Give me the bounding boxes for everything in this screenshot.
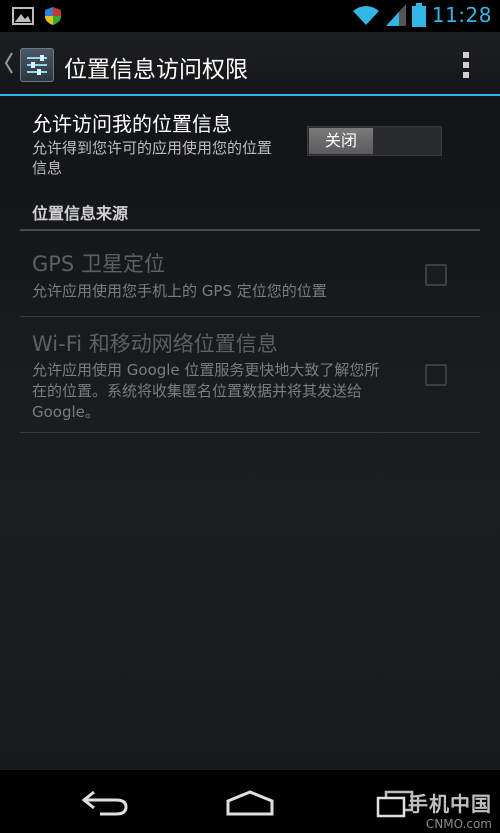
watermark: 手机中国 CNMO.com (408, 788, 492, 831)
status-bar: 11:28 (0, 0, 500, 32)
pref-wifi-title: Wi-Fi 和移动网络位置信息 (32, 332, 278, 356)
category-divider (20, 229, 480, 231)
back-icon[interactable] (80, 788, 130, 818)
list-divider (20, 316, 480, 317)
gps-checkbox[interactable] (425, 264, 447, 286)
shield-icon (45, 7, 61, 25)
switch-thumb-label: 关闭 (309, 128, 373, 154)
battery-icon (411, 3, 426, 27)
status-left-icons (12, 6, 62, 26)
watermark-logo: 手机中国 (408, 792, 492, 816)
status-right-icons: 11:28 (352, 3, 492, 27)
settings-sliders-icon[interactable] (20, 48, 54, 82)
watermark-sub: CNMO.com (425, 817, 492, 831)
page-title: 位置信息访问权限 (64, 57, 248, 83)
overflow-menu-icon[interactable] (462, 50, 470, 80)
settings-list: 允许访问我的位置信息 允许得到您许可的应用使用您的位置信息 关闭 位置信息来源 … (0, 96, 500, 770)
pref-wifi-summary: 允许应用使用 Google 位置服务更快地大致了解您所在的位置。系统将收集匿名位… (32, 361, 380, 421)
category-header: 位置信息来源 (32, 204, 129, 223)
wifi-location-checkbox[interactable] (425, 364, 447, 386)
up-caret-icon[interactable] (4, 50, 14, 76)
home-icon[interactable] (225, 790, 275, 816)
list-divider (20, 432, 480, 433)
master-switch-summary: 允许得到您许可的应用使用您的位置信息 (32, 139, 273, 177)
gallery-icon (12, 7, 34, 25)
signal-icon (385, 4, 406, 26)
status-time: 11:28 (431, 3, 492, 27)
master-switch-title: 允许访问我的位置信息 (32, 112, 232, 136)
location-access-switch[interactable]: 关闭 (307, 126, 442, 156)
wifi-icon (352, 6, 379, 25)
navigation-bar: 手机中国 CNMO.com (0, 770, 500, 833)
pref-gps-summary: 允许应用使用您手机上的 GPS 定位您的位置 (32, 282, 327, 300)
action-bar: 位置信息访问权限 (0, 32, 500, 96)
pref-gps-title: GPS 卫星定位 (32, 252, 165, 276)
